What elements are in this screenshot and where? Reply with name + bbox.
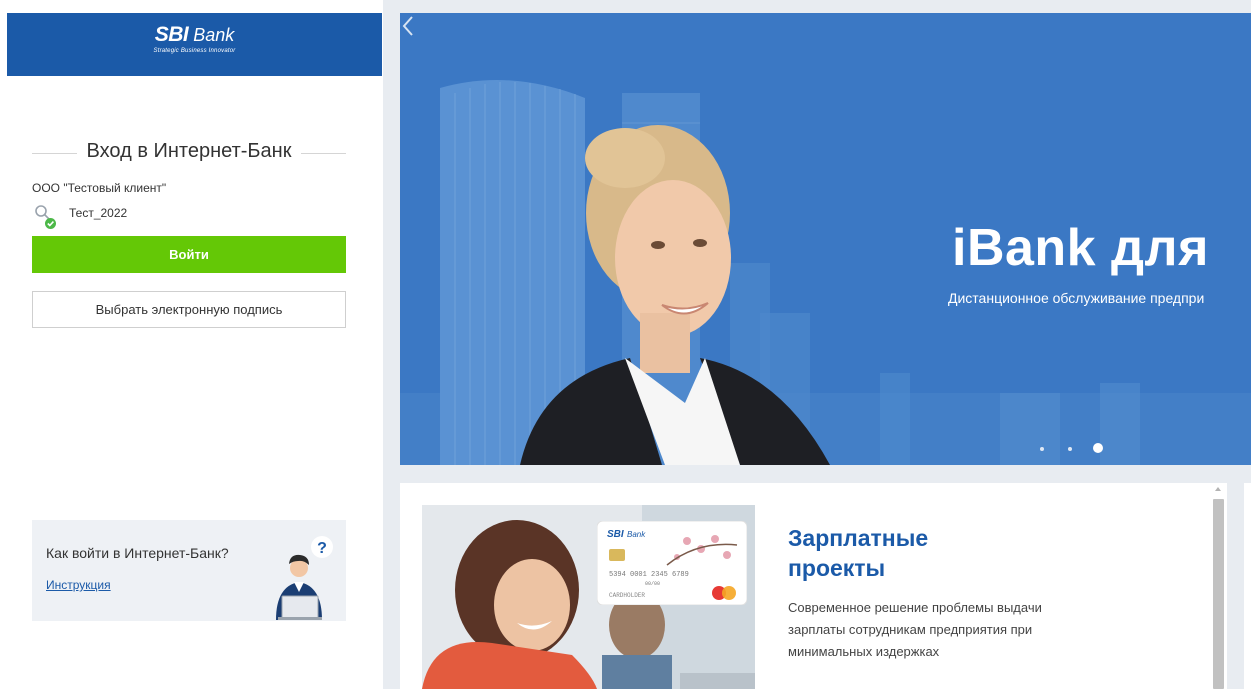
login-button[interactable]: Войти <box>32 236 346 273</box>
promo-title: Зарплатные проекты <box>788 525 929 581</box>
hero-slider: iBank для Дистанционное обслуживание пре… <box>400 13 1251 465</box>
logo-brand: SBI <box>154 23 189 46</box>
scroll-thumb[interactable] <box>1213 499 1224 689</box>
select-signature-button[interactable]: Выбрать электронную подпись <box>32 291 346 328</box>
card-holder: CARDHOLDER <box>609 592 645 599</box>
card-number: 5394 0001 2345 6789 <box>609 571 689 579</box>
help-box: Как войти в Интернет-Банк? Инструкция ? <box>32 520 346 621</box>
logo-bar: SBI Bank Strategic Business Innovator <box>7 13 382 76</box>
logo-tagline: Strategic Business Innovator <box>153 48 236 54</box>
signature-key-selector[interactable]: Тест_2022 <box>32 202 332 230</box>
slider-prev-arrow[interactable] <box>400 13 416 39</box>
help-question: Как войти в Интернет-Банк? <box>46 545 229 561</box>
card-bank-name: Bank <box>627 530 646 539</box>
card-valid: 00/00 <box>645 581 660 587</box>
promo-image: SBI Bank 5394 0001 2345 6789 00/00 CARDH… <box>422 505 755 689</box>
promo-description: Современное решение проблемы выдачи зарп… <box>788 600 1042 659</box>
slider-dot-2[interactable] <box>1068 447 1072 451</box>
logo-name: Bank <box>193 25 235 45</box>
company-name: ООО "Тестовый клиент" <box>32 181 167 195</box>
instruction-link[interactable]: Инструкция <box>46 578 111 592</box>
card-brand: SBI <box>607 529 624 540</box>
sbi-bank-logo: SBI Bank Strategic Business Innovator <box>7 23 382 54</box>
bank-card-graphic: SBI Bank 5394 0001 2345 6789 00/00 CARDH… <box>597 521 747 605</box>
next-card-edge <box>1244 483 1251 689</box>
promo-card[interactable]: SBI Bank 5394 0001 2345 6789 00/00 CARDH… <box>400 483 1211 689</box>
hero-subtitle: Дистанционное обслуживание предпри <box>948 290 1205 306</box>
hero-title: iBank для <box>952 219 1209 277</box>
scrollbar[interactable] <box>1211 483 1227 689</box>
login-panel: SBI Bank Strategic Business Innovator Вхо… <box>0 0 383 689</box>
key-name: Тест_2022 <box>69 206 128 220</box>
scroll-up-arrow[interactable] <box>1215 487 1221 491</box>
key-check-icon <box>35 205 56 229</box>
slider-dot-1[interactable] <box>1040 447 1044 451</box>
svg-text:?: ? <box>317 540 327 557</box>
login-heading: Вход в Интернет-Банк <box>32 140 346 166</box>
slider-dot-3[interactable] <box>1093 443 1103 453</box>
page-title: Вход в Интернет-Банк <box>76 140 302 162</box>
help-person-icon: ? <box>276 536 333 620</box>
